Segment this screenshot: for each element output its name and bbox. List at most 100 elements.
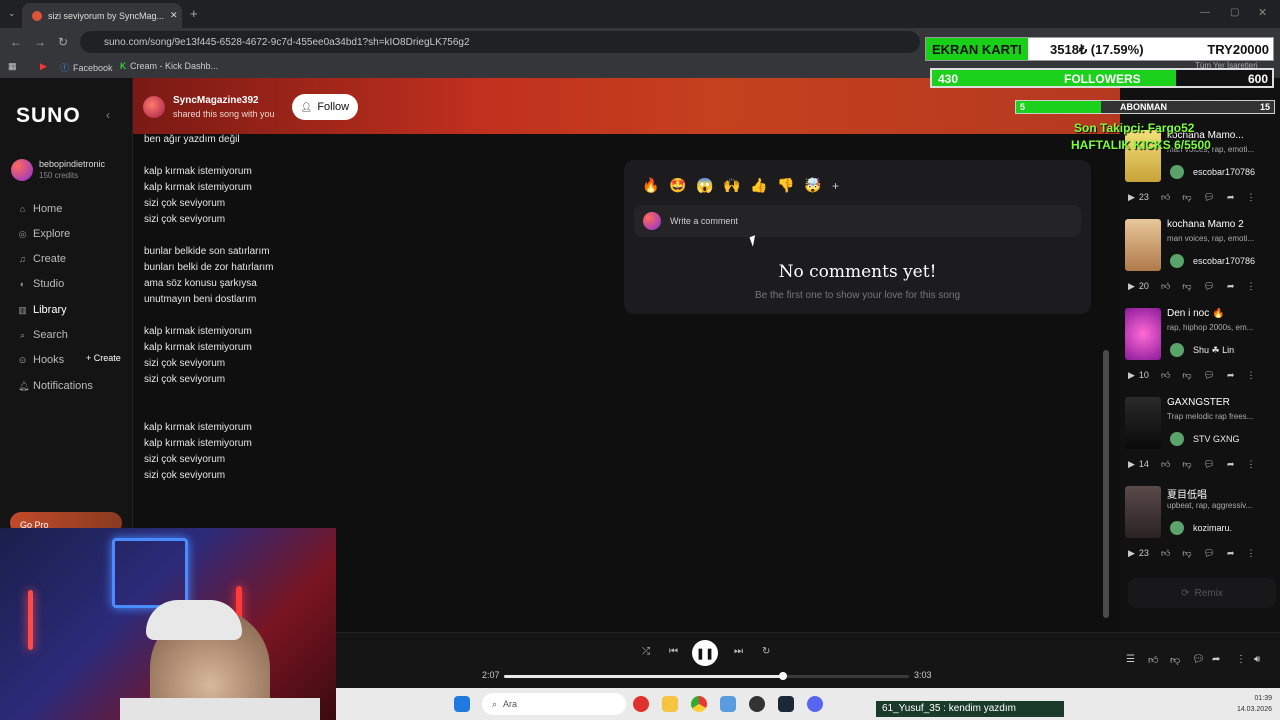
- like-icon[interactable]: 👍︎: [1161, 459, 1170, 470]
- comment-icon[interactable]: 💬︎: [1203, 548, 1214, 559]
- comment-icon[interactable]: 💬︎: [1192, 654, 1205, 665]
- song-thumbnail[interactable]: [1125, 397, 1161, 449]
- share-icon[interactable]: ➦: [1227, 281, 1235, 292]
- reaction-thumbs-down[interactable]: 👎: [777, 177, 794, 194]
- like-icon[interactable]: 👍︎: [1161, 548, 1170, 559]
- hooks-create-button[interactable]: + Create: [86, 353, 121, 363]
- like-icon[interactable]: 👍︎: [1161, 370, 1170, 381]
- next-icon[interactable]: ⏭: [734, 646, 743, 657]
- reaction-fire[interactable]: 🔥: [642, 177, 659, 194]
- song-title[interactable]: kochana Mamo 2: [1167, 219, 1277, 230]
- artist-avatar[interactable]: [1170, 254, 1184, 268]
- comment-icon[interactable]: 💬︎: [1203, 459, 1214, 470]
- steam-icon[interactable]: [778, 696, 794, 712]
- tab-search-icon[interactable]: ⌄: [8, 8, 16, 19]
- shuffle-icon[interactable]: ⤮: [642, 646, 650, 657]
- repeat-icon[interactable]: ↻: [762, 646, 770, 657]
- like-icon[interactable]: 👍︎: [1161, 281, 1170, 292]
- dislike-icon[interactable]: 👎︎: [1182, 459, 1191, 470]
- new-tab-icon[interactable]: +: [190, 6, 198, 21]
- share-icon[interactable]: ➦: [1227, 192, 1235, 203]
- browser-tab[interactable]: sizi seviyorum by SyncMag... ✕: [22, 3, 182, 28]
- song-title[interactable]: Den i noc 🔥: [1167, 308, 1277, 319]
- chrome-icon[interactable]: [691, 696, 707, 712]
- song-artist[interactable]: Shu ☘ Lin: [1193, 345, 1234, 356]
- song-title[interactable]: GAXNGSTER: [1167, 397, 1277, 408]
- play-icon[interactable]: ▶: [1128, 281, 1135, 292]
- song-title[interactable]: 夏目低唱: [1167, 486, 1277, 501]
- artist-avatar[interactable]: [1170, 432, 1184, 446]
- kick-bookmark[interactable]: K Cream - Kick Dashb...: [120, 61, 218, 71]
- facebook-bookmark[interactable]: ⓕ Facebook: [60, 61, 113, 74]
- like-icon[interactable]: 👍︎: [1148, 654, 1158, 666]
- more-icon[interactable]: ⋮: [1246, 548, 1255, 559]
- related-song[interactable]: 夏目低唱 upbeat, rap, aggressiv... kozimaru. ▶ 2…: [1120, 486, 1280, 575]
- song-artist[interactable]: STV GXNG: [1193, 434, 1240, 444]
- follow-button[interactable]: 👤︎ Follow: [292, 94, 358, 120]
- username[interactable]: bebopindietronic: [39, 159, 105, 169]
- song-thumbnail[interactable]: [1125, 486, 1161, 538]
- nav-create[interactable]: ♫ Create: [18, 253, 66, 265]
- more-icon[interactable]: ⋮: [1246, 370, 1255, 381]
- url-input[interactable]: suno.com/song/9e13f445-6528-4672-9c7d-45…: [80, 31, 920, 53]
- maximize-icon[interactable]: ▢: [1230, 7, 1239, 18]
- nav-studio[interactable]: ◐ Studio: [18, 278, 64, 290]
- share-icon[interactable]: ➦: [1227, 459, 1235, 470]
- more-icon[interactable]: ⋮: [1236, 654, 1246, 665]
- remix-button[interactable]: ⟳ Remix: [1128, 578, 1276, 608]
- share-icon[interactable]: ➦: [1212, 654, 1220, 665]
- dislike-icon[interactable]: 👎︎: [1182, 548, 1191, 559]
- play-icon[interactable]: ▶: [1128, 548, 1135, 559]
- artist-avatar[interactable]: [1170, 343, 1184, 357]
- pause-button[interactable]: ❚❚: [692, 640, 718, 666]
- sharer-name[interactable]: SyncMagazine392: [173, 95, 259, 106]
- close-window-icon[interactable]: ✕: [1258, 6, 1267, 19]
- reaction-mind-blown[interactable]: 🤯: [804, 177, 821, 194]
- song-artist[interactable]: kozimaru.: [1193, 523, 1232, 533]
- nav-library[interactable]: ▥ Library: [18, 304, 66, 316]
- reaction-thumbs-up[interactable]: 👍: [750, 177, 767, 194]
- related-song[interactable]: Den i noc 🔥 rap, hiphop 2000s, em... Shu ☘…: [1120, 308, 1280, 397]
- back-icon[interactable]: ←: [10, 35, 22, 49]
- share-icon[interactable]: ➦: [1227, 548, 1235, 559]
- tab-close-icon[interactable]: ✕: [170, 10, 178, 21]
- seek-bar[interactable]: [504, 672, 909, 680]
- file-explorer-icon[interactable]: [662, 696, 678, 712]
- page-scrollbar[interactable]: [1103, 350, 1109, 618]
- play-icon[interactable]: ▶: [1128, 370, 1135, 381]
- song-artist[interactable]: escobar170786: [1193, 167, 1255, 177]
- tab-by-artist[interactable]: By SyncMagazine392: [1190, 89, 1277, 99]
- reaction-star-eyes[interactable]: 🤩: [669, 177, 686, 194]
- play-icon[interactable]: ▶: [1128, 192, 1135, 203]
- tab-similar[interactable]: Similar: [1122, 89, 1150, 99]
- nav-hooks[interactable]: ⊙ Hooks: [18, 354, 64, 366]
- volume-icon[interactable]: 🔊︎: [1254, 654, 1260, 665]
- comment-input[interactable]: Write a comment: [634, 205, 1081, 237]
- reaction-raised-hands[interactable]: 🙌: [723, 177, 740, 194]
- seek-bar-knob[interactable]: [779, 672, 788, 680]
- previous-icon[interactable]: ⏮: [669, 646, 678, 657]
- add-reaction-icon[interactable]: +: [832, 179, 839, 193]
- artist-avatar[interactable]: [1170, 165, 1184, 179]
- related-song[interactable]: GAXNGSTER Trap melodic rap frees... STV GX…: [1120, 397, 1280, 486]
- obs-icon[interactable]: [749, 696, 765, 712]
- forward-icon[interactable]: →: [34, 35, 46, 49]
- comment-icon[interactable]: 💬︎: [1203, 281, 1214, 292]
- nav-explore[interactable]: ◎ Explore: [18, 228, 71, 240]
- collapse-sidebar-icon[interactable]: ‹: [106, 108, 110, 122]
- youtube-bookmark[interactable]: ▶: [40, 61, 47, 72]
- music-app-icon[interactable]: [633, 696, 649, 712]
- nav-search[interactable]: ⌕ Search: [18, 329, 68, 341]
- song-thumbnail[interactable]: [1125, 219, 1161, 271]
- play-icon[interactable]: ▶: [1128, 459, 1135, 470]
- related-song[interactable]: kochana Mamo 2 man voices, rap, emoti... e…: [1120, 219, 1280, 308]
- like-icon[interactable]: 👍︎: [1161, 192, 1170, 203]
- share-icon[interactable]: ➦: [1227, 370, 1235, 381]
- comment-icon[interactable]: 💬︎: [1203, 192, 1214, 203]
- taskbar-search[interactable]: ⌕ Ara: [482, 693, 626, 715]
- dislike-icon[interactable]: 👎︎: [1170, 654, 1180, 666]
- comment-icon[interactable]: 💬︎: [1203, 370, 1214, 381]
- sharer-avatar[interactable]: [143, 96, 165, 118]
- song-artist[interactable]: escobar170786: [1193, 256, 1255, 266]
- discord-icon[interactable]: [807, 696, 823, 712]
